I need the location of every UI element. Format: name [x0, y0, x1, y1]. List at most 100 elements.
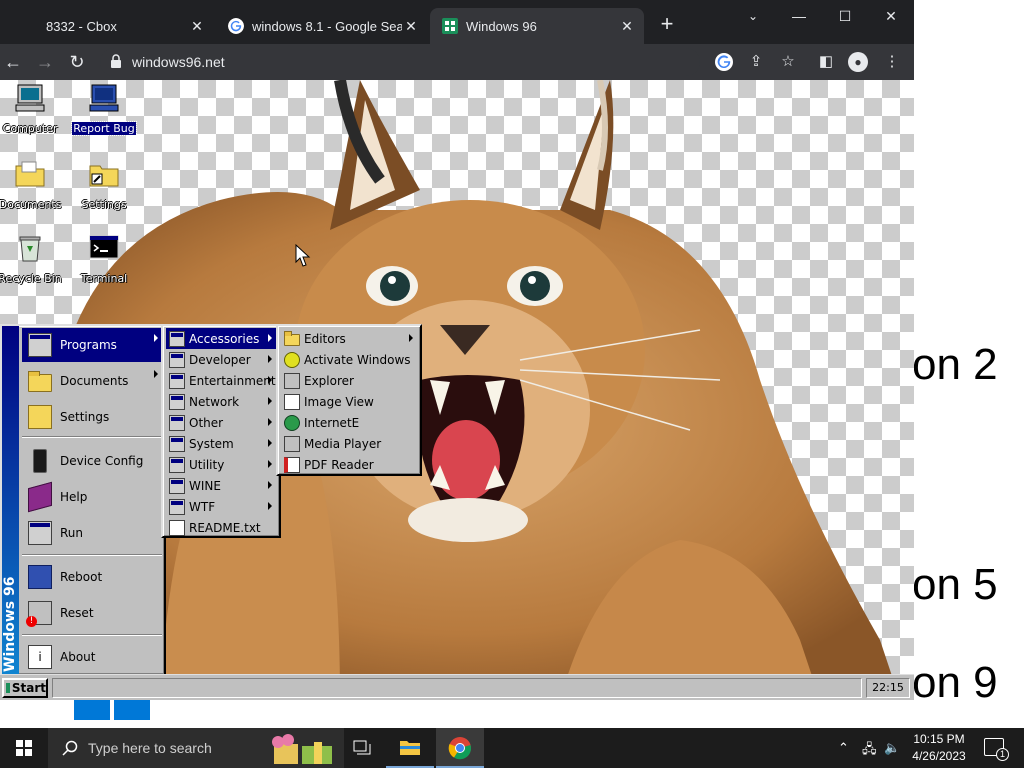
browser-window: 8332 - Cbox ✕ windows 8.1 - Google Searc…	[0, 0, 914, 700]
screen: on 2 on 5 on 9 8332 - Cbox ✕ windows 8.1…	[0, 0, 1024, 768]
share-icon[interactable]: ⇪	[746, 52, 766, 72]
settings-icon	[28, 405, 52, 429]
start-item-device-config[interactable]: Device Config	[22, 444, 162, 478]
close-tab-icon[interactable]: ✕	[188, 17, 206, 35]
desktop-icon-label: Recycle Bin	[0, 272, 62, 285]
accessories-item-image-view[interactable]: Image View	[281, 391, 417, 412]
w96-task-strip	[52, 678, 862, 698]
search-placeholder: Type here to search	[88, 740, 212, 756]
about-info-icon: i	[28, 645, 52, 669]
menu-separator	[22, 634, 162, 636]
tab-search-icon[interactable]: ⌄	[738, 6, 768, 26]
task-view-icon[interactable]	[340, 728, 388, 768]
start-item-help[interactable]: Help	[22, 480, 162, 514]
profile-avatar-icon[interactable]: ●	[848, 52, 868, 72]
programs-item-readme[interactable]: README.txt	[166, 517, 276, 538]
windows-logo-graphic	[70, 700, 510, 728]
tab-bar: 8332 - Cbox ✕ windows 8.1 - Google Searc…	[0, 0, 914, 44]
tab-label: 8332 - Cbox	[46, 18, 117, 34]
search-icon	[62, 740, 78, 756]
chrome-taskbar-icon[interactable]	[436, 728, 484, 768]
globe-icon	[284, 414, 300, 431]
programs-item-wine[interactable]: WINE	[166, 475, 276, 496]
programs-menu: Accessories Developer Entertainment Netw…	[161, 324, 281, 538]
programs-item-utility[interactable]: Utility	[166, 454, 276, 475]
close-tab-icon[interactable]: ✕	[618, 17, 636, 35]
tab-windows96[interactable]: Windows 96 ✕	[430, 8, 644, 44]
maximize-button[interactable]: ☐	[830, 6, 860, 26]
start-item-reset[interactable]: ! Reset	[22, 596, 162, 630]
search-highlight-icon	[272, 734, 332, 764]
desktop-icon-settings[interactable]: Settings	[69, 158, 139, 213]
close-tab-icon[interactable]: ✕	[402, 17, 420, 35]
w96-taskbar: Start 22:15	[0, 674, 914, 700]
start-item-programs[interactable]: Programs	[22, 328, 162, 362]
start-button[interactable]: Start	[2, 678, 48, 698]
reload-icon[interactable]: ↻	[66, 51, 88, 73]
network-icon[interactable]: 🖧	[862, 740, 877, 762]
start-menu: Windows 96 Programs Documents Settings D…	[0, 324, 166, 676]
device-config-icon	[33, 449, 47, 473]
programs-item-entertainment[interactable]: Entertainment	[166, 370, 276, 391]
file-explorer-icon[interactable]	[386, 728, 434, 768]
accessories-item-editors[interactable]: Editors	[281, 328, 417, 349]
accessories-item-pdf-reader[interactable]: PDF Reader	[281, 454, 417, 475]
accessories-item-internete[interactable]: InternetE	[281, 412, 417, 433]
programs-item-wtf[interactable]: WTF	[166, 496, 276, 517]
tab-cbox[interactable]: 8332 - Cbox ✕	[0, 8, 214, 44]
side-panel-icon[interactable]: ◧	[816, 52, 836, 72]
taskbar-search-box[interactable]: Type here to search	[48, 728, 344, 768]
more-menu-icon[interactable]: ⋮	[882, 52, 902, 72]
windows-start-icon[interactable]	[16, 740, 32, 756]
programs-item-developer[interactable]: Developer	[166, 349, 276, 370]
desktop-icon-computer[interactable]: Computer	[0, 82, 65, 137]
tab-favicon	[12, 18, 28, 34]
google-lens-icon[interactable]	[714, 52, 734, 72]
folder-icon	[284, 330, 300, 346]
google-icon	[228, 18, 244, 34]
settings-icon	[89, 165, 119, 187]
address-bar[interactable]: windows96.net	[100, 48, 700, 76]
start-item-about[interactable]: i About	[22, 640, 162, 674]
bookmark-star-icon[interactable]: ☆	[778, 52, 798, 72]
taskbar-clock[interactable]: 10:15 PM 4/26/2023	[906, 731, 972, 765]
minimize-button[interactable]: —	[784, 6, 814, 26]
behind-page-text: on 5	[912, 560, 998, 609]
notification-center-icon[interactable]: 1	[984, 738, 1009, 761]
forward-arrow-icon[interactable]: →	[34, 51, 56, 73]
accessories-item-activate-windows[interactable]: Activate Windows	[281, 349, 417, 370]
run-icon	[28, 521, 52, 545]
desktop-icon-recycle-bin[interactable]: Recycle Bin	[0, 232, 65, 287]
activate-icon	[284, 351, 300, 368]
explorer-icon	[284, 372, 300, 389]
desktop-icon-report-bug[interactable]: Report Bug	[69, 82, 139, 137]
new-tab-button[interactable]: +	[656, 13, 678, 36]
desktop-icon-documents[interactable]: Documents	[0, 158, 65, 213]
desktop-icon-label: Documents	[0, 198, 62, 211]
tab-google-search[interactable]: windows 8.1 - Google Search ✕	[216, 8, 428, 44]
start-item-reboot[interactable]: Reboot	[22, 560, 162, 594]
program-group-icon	[169, 330, 185, 347]
start-item-run[interactable]: Run	[22, 516, 162, 550]
start-item-documents[interactable]: Documents	[22, 364, 162, 398]
desktop-icon-terminal[interactable]: Terminal	[69, 232, 139, 287]
menu-separator	[22, 554, 162, 556]
start-item-settings[interactable]: Settings	[22, 400, 162, 434]
volume-icon[interactable]: 🔈	[884, 740, 900, 756]
windows96-icon	[442, 18, 458, 34]
program-group-icon	[169, 498, 185, 515]
programs-item-network[interactable]: Network	[166, 391, 276, 412]
windows96-desktop[interactable]: Computer Report Bug Documents Settings R…	[0, 80, 914, 700]
programs-item-accessories[interactable]: Accessories	[166, 328, 276, 349]
tray-overflow-icon[interactable]: ⌃	[838, 740, 849, 756]
back-arrow-icon[interactable]: ←	[2, 51, 24, 73]
close-window-button[interactable]: ✕	[876, 6, 906, 26]
programs-item-other[interactable]: Other	[166, 412, 276, 433]
programs-item-system[interactable]: System	[166, 433, 276, 454]
taskbar-date: 4/26/2023	[912, 749, 966, 763]
accessories-item-media-player[interactable]: Media Player	[281, 433, 417, 454]
pdf-icon	[284, 456, 300, 473]
behind-page-text: on 9	[912, 658, 998, 707]
w96-clock: 22:15	[866, 678, 910, 698]
accessories-item-explorer[interactable]: Explorer	[281, 370, 417, 391]
